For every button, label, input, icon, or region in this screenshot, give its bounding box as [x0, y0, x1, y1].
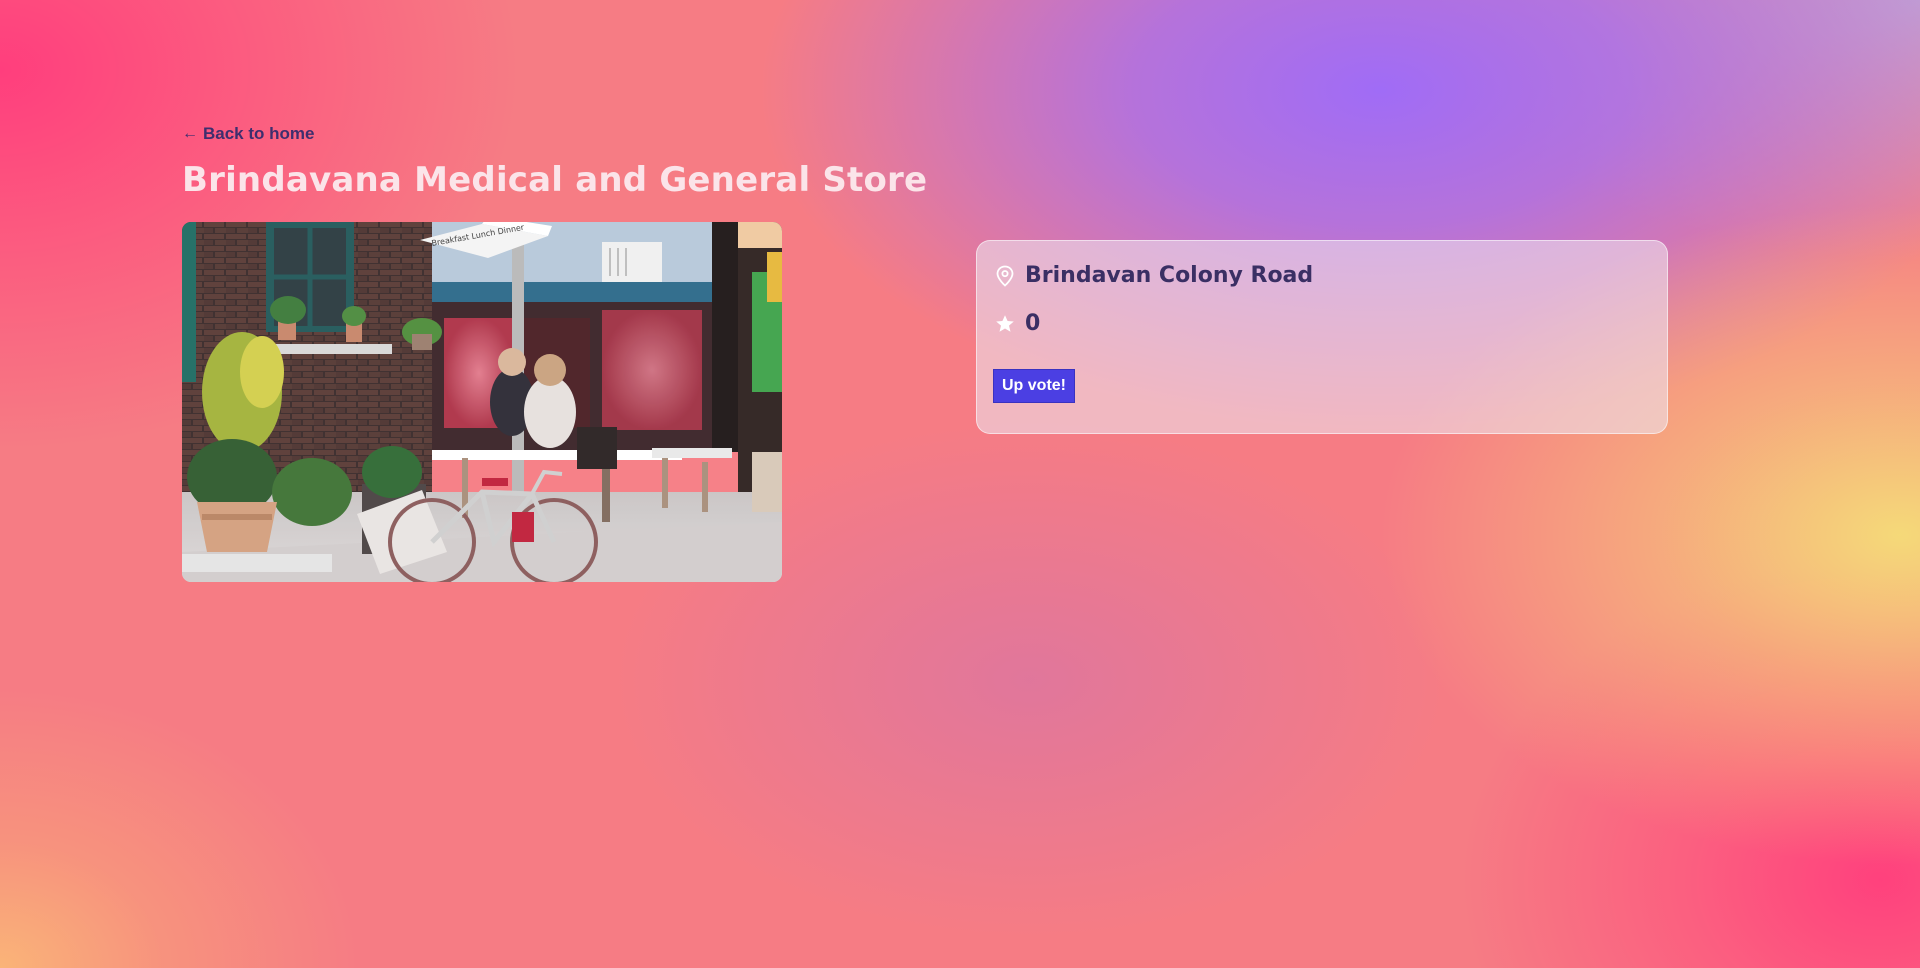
vote-count: 0	[1025, 311, 1041, 336]
store-page: ← Back to home Brindavana Medical and Ge…	[182, 0, 1742, 968]
votes-row: 0	[995, 311, 1040, 336]
address-row: Brindavan Colony Road	[995, 263, 1313, 288]
arrow-left-icon: ←	[182, 125, 198, 142]
store-address: Brindavan Colony Road	[1025, 263, 1314, 288]
store-info-card: Brindavan Colony Road 0 Up vote!	[976, 240, 1668, 434]
page-title: Brindavana Medical and General Store	[182, 160, 928, 200]
map-pin-icon	[995, 264, 1015, 288]
store-photo: Breakfast Lunch Dinner	[182, 222, 782, 582]
star-icon	[995, 312, 1015, 336]
back-link-label: Back to home	[203, 124, 315, 143]
upvote-button[interactable]: Up vote!	[993, 369, 1075, 403]
back-to-home-link[interactable]: ← Back to home	[182, 124, 314, 144]
